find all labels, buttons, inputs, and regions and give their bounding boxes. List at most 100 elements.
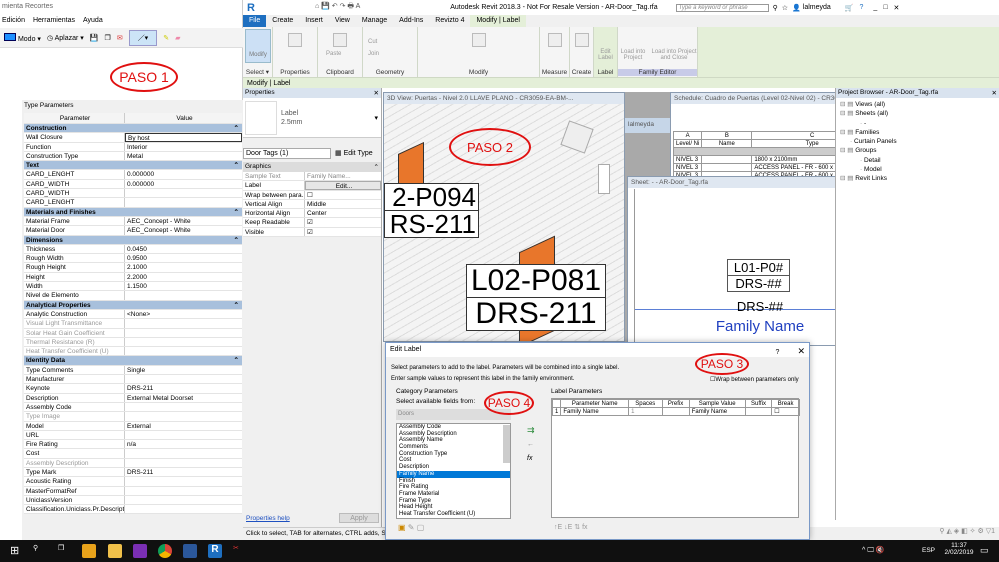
close-icon[interactable]: ✕ [374,89,379,97]
save-icon[interactable]: 💾 [90,34,99,42]
parameter-row[interactable]: CARD_WIDTH [24,189,242,199]
revit-icon[interactable]: R [208,544,222,558]
parameter-value[interactable]: 0.0450 [125,245,242,253]
parameter-row[interactable]: Type Image [24,412,242,422]
parameter-row[interactable]: Acoustic Rating [24,477,242,487]
tab-file[interactable]: File [243,15,267,27]
property-row[interactable]: Sample Text Family Name... [243,172,381,182]
field-item[interactable]: Construction Type [397,451,510,458]
format-icon[interactable]: ⇅ [574,524,580,531]
keynote-label[interactable]: DRS-## [635,299,836,314]
browser-item[interactable]: · - [840,119,995,128]
move-down-icon[interactable]: ↓E [564,524,572,531]
cut-button[interactable]: Cut [368,39,377,45]
parameter-row[interactable]: Function Interior [24,142,242,152]
field-item[interactable]: Assembly Code [397,424,510,431]
field-item[interactable]: Assembly Description [397,431,510,438]
load-into-project-button[interactable]: Load into Project [618,49,648,61]
properties-icon[interactable] [288,33,302,47]
parameter-row[interactable]: Material Frame AEC_Concept - White [24,216,242,227]
available-fields-list[interactable]: Assembly Code Assembly Description Assembl… [396,423,511,519]
parameter-value[interactable] [125,347,242,355]
move-icon[interactable] [471,33,486,47]
parameter-row[interactable]: Fire Rating n/a [24,440,242,450]
parameter-value[interactable] [125,487,242,495]
property-value[interactable]: ☐ [305,191,381,199]
browser-item[interactable]: ⊟ ▤ Families [840,128,995,137]
section-header[interactable]: Materials and Finishes ⌃ [24,207,242,217]
parameter-value[interactable]: 2.1000 [125,263,242,271]
parameter-value[interactable]: DRS-211 [125,384,242,392]
parameter-value[interactable] [125,189,242,197]
parameter-value[interactable] [125,449,242,457]
parameter-value[interactable]: Single [125,366,242,374]
navigation-bar[interactable] [598,164,610,194]
tab-view[interactable]: View [329,15,356,27]
section-header[interactable]: Identity Data ⌃ [24,356,242,366]
property-value[interactable]: Center [305,209,381,217]
send-icon[interactable]: ✉ [117,34,123,42]
binoculars-icon[interactable]: ⚲ [773,4,778,12]
parameter-value[interactable] [125,403,242,411]
new-parameter-icon[interactable]: ▣ [398,523,406,532]
type-selector[interactable]: Label 2.5mm ▾ [243,98,381,138]
header-value[interactable]: Value [125,113,242,123]
parameter-value[interactable] [125,375,242,383]
property-row[interactable]: Vertical Align Middle [243,199,381,210]
properties-help-link[interactable]: Properties help [246,515,290,522]
field-item[interactable]: Frame Type [397,498,510,505]
word-icon[interactable] [183,544,197,558]
parameter-row[interactable]: Construction Type Metal [24,151,242,162]
help-button[interactable]: ? [776,349,780,356]
parameter-value[interactable] [125,338,242,346]
parameter-value[interactable]: AEC_Concept - White [125,226,242,234]
section-graphics[interactable]: Graphics ⌃ [243,162,381,172]
browser-item[interactable]: ⊟ ▤ Sheets (all) [840,109,995,118]
wrap-checkbox[interactable]: ☐Wrap between parameters only [710,376,799,383]
header-parameter[interactable]: Parameter [24,113,125,123]
table-row[interactable]: NIVEL 3ACCESS PANEL - FR - 600 x 2100mm [672,163,837,172]
star-icon[interactable]: ☆ [782,4,788,12]
parameter-value[interactable] [125,198,242,206]
property-value[interactable]: Edit... [305,181,381,190]
browser-item[interactable]: · Detail [840,156,995,165]
parameter-row[interactable]: Assembly Code [24,402,242,413]
door-tag-1[interactable]: 2-P094 RS-211 [384,183,479,238]
parameter-row[interactable]: Manufacturer [24,375,242,385]
parameter-row[interactable]: CARD_LENGHT [24,198,242,208]
parameter-row[interactable]: Visual Light Transmittance [24,319,242,329]
table-row[interactable]: 1 Family Name 1 Family Name ☐ [551,407,800,416]
parameter-row[interactable]: Classification.Uniclass.Pr.Descriptio [24,505,242,515]
parameter-row[interactable]: Thickness 0.0450 [24,244,242,255]
parameter-value[interactable] [125,329,242,337]
field-item[interactable]: Head Height [397,504,510,511]
parameter-value[interactable] [125,496,242,504]
paste-icon[interactable] [333,33,347,47]
field-item[interactable]: Family Name [397,470,510,478]
parameter-value[interactable]: By host [125,133,242,142]
task-view-icon[interactable]: ❒ [58,544,72,558]
fields-scrollbar[interactable] [503,425,510,463]
parameter-value[interactable]: 2.2000 [125,273,242,281]
onenote-icon[interactable] [133,544,147,558]
property-row[interactable]: Label Edit... [243,181,381,191]
tab-manage[interactable]: Manage [356,15,393,27]
parameter-value[interactable]: n/a [125,440,242,448]
property-row[interactable]: Visible ☑ [243,227,381,238]
cart-icon[interactable]: 🛒 [845,4,854,12]
parameter-row[interactable]: Analytic Construction <None> [24,309,242,320]
apply-button[interactable]: Apply [339,513,379,523]
outlook-icon[interactable] [82,544,96,558]
property-value[interactable]: Middle [305,200,381,208]
add-parameter-icon[interactable]: ⇉ [527,425,535,436]
menu-edicion[interactable]: Edición [2,17,25,25]
close-icon[interactable]: ✕ [992,89,997,97]
browser-item[interactable]: · Curtain Panels [840,137,995,146]
parameter-row[interactable]: Cost [24,449,242,459]
browser-item[interactable]: · Model [840,165,995,174]
parameter-row[interactable]: Heat Transfer Coefficient (U) [24,347,242,357]
parameter-value[interactable]: 1.1500 [125,282,242,290]
parameter-row[interactable]: UniclassVersion [24,495,242,506]
tab-create[interactable]: Create [266,15,299,27]
tab-insert[interactable]: Insert [299,15,329,27]
